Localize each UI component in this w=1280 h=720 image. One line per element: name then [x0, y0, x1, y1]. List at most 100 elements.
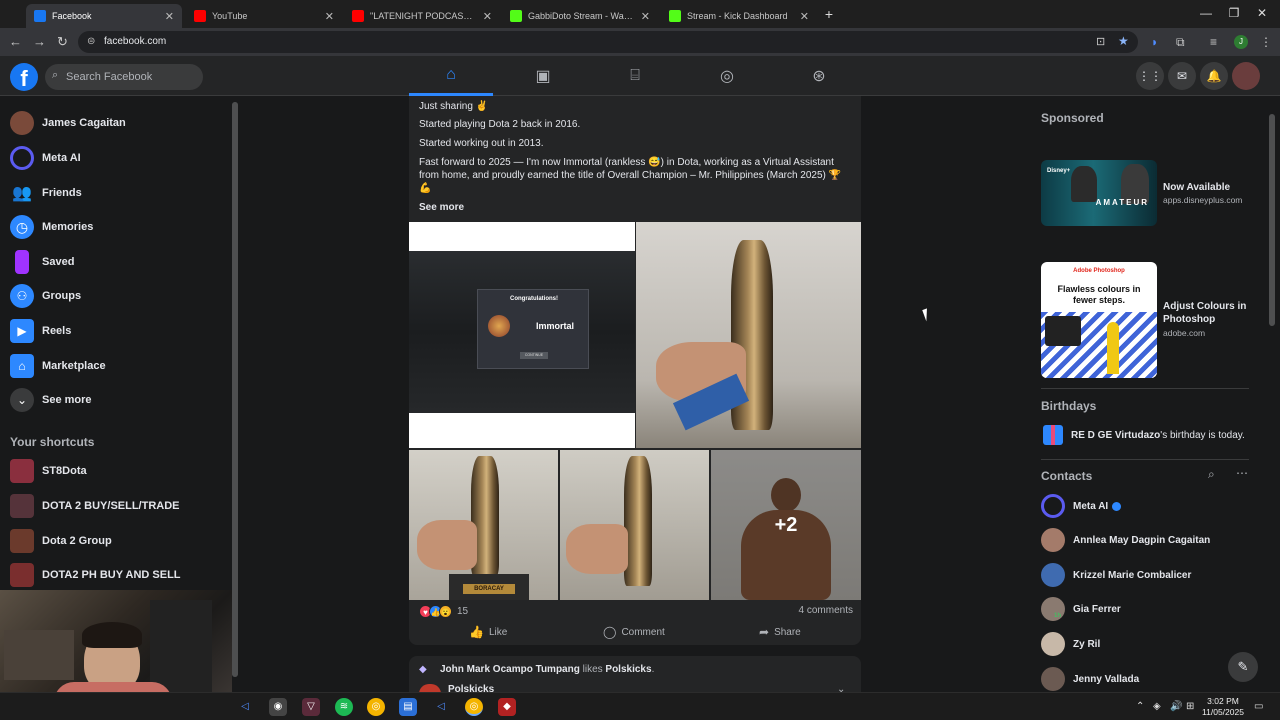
contact-item[interactable]: Meta AI: [1041, 493, 1122, 519]
tab-youtube[interactable]: YouTube ✕: [186, 4, 342, 28]
extension-icon[interactable]: ◗: [1151, 35, 1158, 49]
install-app-icon[interactable]: ⊡: [1096, 35, 1105, 48]
tab-label: YouTube: [212, 11, 248, 21]
minimize-button[interactable]: —: [1196, 6, 1216, 20]
app-icon-app[interactable]: ▽: [302, 698, 320, 716]
forward-arrow-icon[interactable]: →: [33, 34, 46, 49]
scroll-thumb[interactable]: [1269, 114, 1275, 326]
app-icon-editor[interactable]: ◁: [432, 698, 450, 716]
app-icon-outlook[interactable]: ▤: [399, 698, 417, 716]
comments-count[interactable]: 4 comments: [799, 605, 853, 616]
tab-podcast[interactable]: "LATENIGHT PODCAST with KU ✕: [344, 4, 500, 28]
bookmark-star-icon[interactable]: ★: [1118, 34, 1129, 48]
close-tab-icon[interactable]: ✕: [800, 10, 809, 23]
ad-title[interactable]: Now Available: [1163, 181, 1258, 194]
gaming-tab[interactable]: ⊛: [777, 56, 861, 96]
tray-app-icon[interactable]: ◈: [1153, 701, 1161, 712]
new-message-button[interactable]: ✎: [1228, 652, 1258, 682]
search-input[interactable]: ⌕ Search Facebook: [45, 64, 203, 90]
left-scrollbar[interactable]: [232, 102, 238, 677]
post-photo-dota-rank[interactable]: Congratulations! Immortal CONTINUE: [409, 222, 635, 448]
maximize-button[interactable]: ❐: [1224, 6, 1244, 20]
comment-button[interactable]: ◯ Comment: [603, 623, 665, 641]
profile-avatar[interactable]: J: [1234, 35, 1248, 49]
close-tab-icon[interactable]: ✕: [483, 10, 492, 23]
more-options-icon[interactable]: ⋯: [1236, 466, 1248, 480]
chrome-menu-icon[interactable]: ⋮: [1260, 35, 1272, 49]
app-icon-dota[interactable]: ◆: [498, 698, 516, 716]
notifications-center-icon[interactable]: ▭: [1254, 701, 1263, 712]
activity-actor[interactable]: John Mark Ocampo Tumpang: [440, 664, 580, 675]
contact-item[interactable]: Krizzel Marie Combalicer: [1041, 562, 1191, 588]
tab-label: "LATENIGHT PODCAST with KU: [370, 11, 477, 21]
scroll-thumb[interactable]: [232, 102, 238, 677]
contact-item[interactable]: 1h Gia Ferrer: [1041, 596, 1121, 622]
reading-list-icon[interactable]: ≡: [1210, 35, 1217, 49]
ad-title[interactable]: Adjust Colours in Photoshop: [1163, 300, 1258, 326]
tab-kick-dashboard[interactable]: Stream - Kick Dashboard ✕: [661, 4, 817, 28]
see-more-link[interactable]: See more: [419, 202, 464, 213]
video-tab[interactable]: ▣: [501, 56, 585, 96]
profile-avatar[interactable]: [1232, 62, 1260, 90]
shortcut-item[interactable]: DOTA 2 BUY/SELL/TRADE: [10, 491, 180, 521]
sidebar-item-see-more[interactable]: ⌄ See more: [10, 385, 92, 415]
extensions-puzzle-icon[interactable]: ⧉: [1176, 35, 1185, 50]
reaction-count: 15: [457, 606, 469, 617]
tab-gabbidoto-stream[interactable]: GabbiDoto Stream - Watch Live ✕: [502, 4, 658, 28]
address-bar[interactable]: ⊜ facebook.com ⊡ ★: [78, 31, 1138, 53]
post-photo-trophy[interactable]: [636, 222, 861, 448]
webcam-background-fridge: [150, 600, 212, 692]
post-photo-more[interactable]: +2: [711, 450, 861, 600]
shortcut-item[interactable]: DOTA2 PH BUY AND SELL: [10, 560, 181, 590]
webcam-person-hair: [82, 622, 142, 648]
post-photo-trophy-3[interactable]: [560, 450, 709, 600]
sidebar-item-marketplace[interactable]: ⌂ Marketplace: [10, 351, 106, 381]
activity-page[interactable]: Polskicks: [605, 664, 651, 675]
app-icon-vscode[interactable]: ◁: [236, 698, 254, 716]
post-photo-trophy-2[interactable]: BORACAY: [409, 450, 558, 600]
menu-grid-icon[interactable]: ⋮⋮: [1136, 62, 1164, 90]
tab-facebook[interactable]: Facebook ✕: [26, 4, 182, 28]
sidebar-item-groups[interactable]: ⚇ Groups: [10, 281, 81, 311]
shortcut-item[interactable]: ST8Dota: [10, 456, 87, 486]
groups-tab[interactable]: ◎: [685, 56, 769, 96]
sidebar-item-memories[interactable]: ◷ Memories: [10, 212, 93, 242]
sidebar-item-profile[interactable]: James Cagaitan: [10, 108, 126, 138]
sidebar-item-reels[interactable]: ▶ Reels: [10, 316, 71, 346]
app-icon-chrome[interactable]: ◎: [367, 698, 385, 716]
facebook-logo[interactable]: f: [10, 63, 38, 91]
tray-expand-icon[interactable]: ⌃: [1136, 701, 1144, 712]
messenger-icon[interactable]: ✉: [1168, 62, 1196, 90]
back-arrow-icon[interactable]: ←: [9, 34, 22, 49]
close-tab-icon[interactable]: ✕: [325, 10, 334, 23]
reaction-summary[interactable]: ♥ 👍 😮 15: [419, 605, 468, 618]
close-tab-icon[interactable]: ✕: [165, 10, 174, 23]
home-tab[interactable]: ⌂: [409, 56, 493, 96]
notifications-icon[interactable]: 🔔: [1200, 62, 1228, 90]
close-tab-icon[interactable]: ✕: [641, 10, 650, 23]
birthday-item[interactable]: RE D GE Virtudazo 's birthday is today.: [1041, 422, 1245, 448]
ad-image-photoshop[interactable]: Adobe Photoshop Flawless colours in fewe…: [1041, 262, 1157, 378]
new-tab-button[interactable]: +: [819, 6, 839, 22]
marketplace-tab[interactable]: ⌸: [593, 56, 677, 96]
right-scrollbar[interactable]: [1268, 100, 1276, 690]
search-contacts-icon[interactable]: ⌕: [1208, 467, 1215, 482]
share-button[interactable]: ➦ Share: [759, 623, 801, 641]
contact-item[interactable]: Annlea May Dagpin Cagaitan: [1041, 527, 1210, 553]
app-icon-spotify[interactable]: ≋: [335, 698, 353, 716]
volume-icon[interactable]: 🔊: [1170, 701, 1182, 712]
app-icon-obs[interactable]: ◉: [269, 698, 287, 716]
reload-icon[interactable]: ↻: [57, 34, 68, 50]
shortcut-item[interactable]: Dota 2 Group: [10, 526, 112, 556]
contact-item[interactable]: Jenny Vallada: [1041, 666, 1139, 692]
taskbar-clock[interactable]: 3:02 PM 11/05/2025: [1190, 696, 1256, 718]
contact-item[interactable]: Zy Ril: [1041, 631, 1100, 657]
sidebar-item-meta-ai[interactable]: Meta AI: [10, 143, 81, 173]
like-button[interactable]: 👍 Like: [469, 623, 507, 641]
site-info-icon[interactable]: ⊜: [87, 36, 95, 47]
ad-image-disney[interactable]: Disney+ AMATEUR: [1041, 160, 1157, 226]
sidebar-item-friends[interactable]: 👥 Friends: [10, 178, 82, 208]
close-window-button[interactable]: ✕: [1252, 6, 1272, 20]
sidebar-item-saved[interactable]: Saved: [10, 247, 74, 277]
app-icon-chrome-active[interactable]: ◎: [465, 698, 483, 716]
